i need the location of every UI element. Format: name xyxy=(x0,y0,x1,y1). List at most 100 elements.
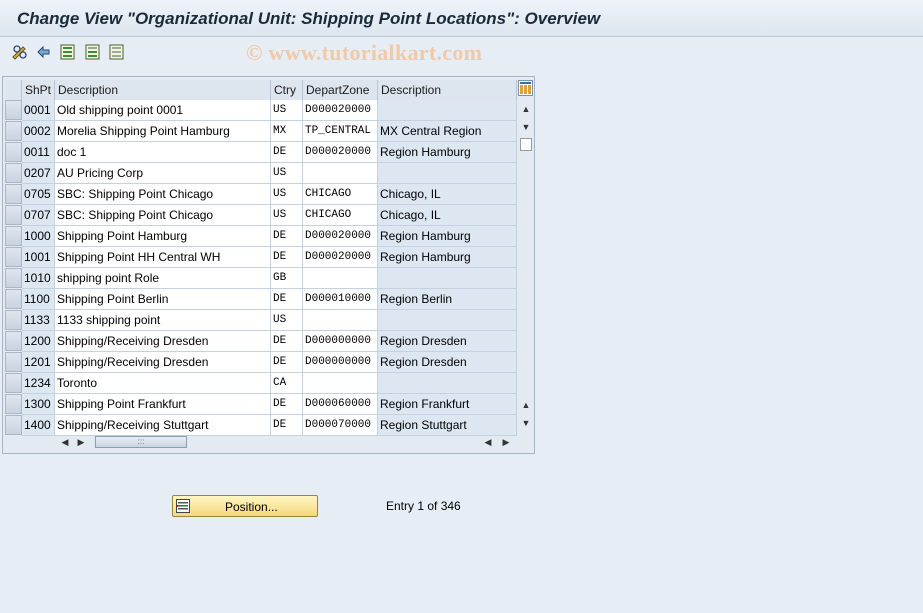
row-selector[interactable] xyxy=(5,184,22,204)
horizontal-scrollbar[interactable]: ◀ ▶ ::: ◀ ▶ xyxy=(55,434,515,450)
horizontal-scroll-thumb[interactable]: ::: xyxy=(95,436,187,448)
cell-country[interactable]: GB xyxy=(271,268,303,289)
cell-country[interactable]: DE xyxy=(271,331,303,352)
cell-country[interactable]: CA xyxy=(271,373,303,394)
row-selector[interactable] xyxy=(5,205,22,225)
row-selector[interactable] xyxy=(5,226,22,246)
cell-description[interactable]: Shipping Point HH Central WH xyxy=(55,247,271,268)
cell-departure-zone[interactable] xyxy=(303,163,378,184)
cell-country[interactable]: US xyxy=(271,205,303,226)
cell-country[interactable]: DE xyxy=(271,415,303,436)
row-selector[interactable] xyxy=(5,310,22,330)
cell-country[interactable]: DE xyxy=(271,394,303,415)
scroll-left-end-icon[interactable]: ◀ xyxy=(480,434,496,450)
undo-change-icon[interactable] xyxy=(35,43,53,61)
row-selector[interactable] xyxy=(5,142,22,162)
cell-description[interactable]: Shipping/Receiving Dresden xyxy=(55,331,271,352)
cell-country[interactable]: DE xyxy=(271,226,303,247)
cell-zone-description: Region Berlin xyxy=(378,289,517,310)
cell-country[interactable]: DE xyxy=(271,247,303,268)
row-selector[interactable] xyxy=(5,163,22,183)
cell-departure-zone[interactable]: TP_CENTRAL xyxy=(303,121,378,142)
select-all-icon[interactable] xyxy=(59,43,77,61)
column-header-zone-description[interactable]: Description xyxy=(378,80,517,100)
cell-departure-zone[interactable]: D000000000 xyxy=(303,331,378,352)
cell-description[interactable]: Shipping Point Frankfurt xyxy=(55,394,271,415)
cell-departure-zone[interactable]: D000070000 xyxy=(303,415,378,436)
cell-departure-zone[interactable]: D000060000 xyxy=(303,394,378,415)
scroll-right-icon[interactable]: ▶ xyxy=(498,434,514,450)
scroll-down-icon[interactable]: ▼ xyxy=(518,119,534,135)
cell-zone-description xyxy=(378,373,517,394)
column-header-shpt[interactable]: ShPt xyxy=(22,80,55,100)
row-selector[interactable] xyxy=(5,352,22,372)
row-selector[interactable] xyxy=(5,415,22,435)
cell-departure-zone[interactable]: D000020000 xyxy=(303,226,378,247)
cell-country[interactable]: MX xyxy=(271,121,303,142)
scroll-thumb[interactable] xyxy=(520,138,532,151)
scroll-left-icon[interactable]: ◀ xyxy=(57,434,73,450)
cell-zone-description: MX Central Region xyxy=(378,121,517,142)
cell-description[interactable]: Shipping Point Hamburg xyxy=(55,226,271,247)
cell-shipping-point: 1200 xyxy=(22,331,55,352)
cell-description[interactable]: Shipping Point Berlin xyxy=(55,289,271,310)
cell-departure-zone[interactable]: D000020000 xyxy=(303,142,378,163)
column-header-departure-zone[interactable]: DepartZone xyxy=(303,80,378,100)
cell-description[interactable]: Morelia Shipping Point Hamburg xyxy=(55,121,271,142)
cell-description[interactable]: SBC: Shipping Point Chicago xyxy=(55,184,271,205)
row-selector[interactable] xyxy=(5,289,22,309)
cell-shipping-point: 0207 xyxy=(22,163,55,184)
window-title: Change View "Organizational Unit: Shippi… xyxy=(17,9,601,28)
cell-country[interactable]: US xyxy=(271,163,303,184)
cell-description[interactable]: Shipping/Receiving Dresden xyxy=(55,352,271,373)
select-all-column-header[interactable] xyxy=(5,80,22,100)
row-selector[interactable] xyxy=(5,121,22,141)
select-block-icon[interactable] xyxy=(84,43,102,61)
cell-description[interactable]: Toronto xyxy=(55,373,271,394)
cell-country[interactable]: US xyxy=(271,310,303,331)
cell-country[interactable]: DE xyxy=(271,142,303,163)
cell-zone-description xyxy=(378,310,517,331)
cell-description[interactable]: AU Pricing Corp xyxy=(55,163,271,184)
cell-country[interactable]: DE xyxy=(271,352,303,373)
cell-country[interactable]: DE xyxy=(271,289,303,310)
cell-departure-zone[interactable] xyxy=(303,268,378,289)
cell-departure-zone[interactable] xyxy=(303,310,378,331)
table-row: 1234 Toronto CA xyxy=(3,373,517,394)
cell-departure-zone[interactable]: D000020000 xyxy=(303,100,378,121)
table-row: 1300 Shipping Point Frankfurt DE D000060000… xyxy=(3,394,517,415)
edit-glasses-icon[interactable] xyxy=(11,43,29,61)
cell-departure-zone[interactable]: D000020000 xyxy=(303,247,378,268)
cell-departure-zone[interactable]: D000010000 xyxy=(303,289,378,310)
deselect-all-icon[interactable] xyxy=(108,43,126,61)
cell-description[interactable]: shipping point Role xyxy=(55,268,271,289)
row-selector[interactable] xyxy=(5,247,22,267)
row-selector[interactable] xyxy=(5,100,22,120)
row-selector[interactable] xyxy=(5,373,22,393)
cell-description[interactable]: Old shipping point 0001 xyxy=(55,100,271,121)
cell-country[interactable]: US xyxy=(271,184,303,205)
cell-description[interactable]: SBC: Shipping Point Chicago xyxy=(55,205,271,226)
table-settings-icon[interactable] xyxy=(518,80,533,96)
cell-country[interactable]: US xyxy=(271,100,303,121)
column-header-country[interactable]: Ctry xyxy=(271,80,303,100)
cell-description[interactable]: doc 1 xyxy=(55,142,271,163)
cell-departure-zone[interactable]: D000000000 xyxy=(303,352,378,373)
position-button[interactable]: Position... xyxy=(172,495,318,517)
page-up-icon[interactable]: ▲ xyxy=(518,397,534,413)
table-row: 1133 1133 shipping point US xyxy=(3,310,517,331)
table-row: 1201 Shipping/Receiving Dresden DE D0000000… xyxy=(3,352,517,373)
scroll-up-icon[interactable]: ▲ xyxy=(518,101,534,117)
cell-departure-zone[interactable]: CHICAGO xyxy=(303,184,378,205)
vertical-scrollbar[interactable]: ▲ ▼ ▲ ▼ xyxy=(518,99,534,433)
page-down-icon[interactable]: ▼ xyxy=(518,415,534,431)
cell-description[interactable]: 1133 shipping point xyxy=(55,310,271,331)
scroll-right-small-icon[interactable]: ▶ xyxy=(73,434,89,450)
row-selector[interactable] xyxy=(5,394,22,414)
row-selector[interactable] xyxy=(5,268,22,288)
cell-departure-zone[interactable]: CHICAGO xyxy=(303,205,378,226)
column-header-description[interactable]: Description xyxy=(55,80,271,100)
row-selector[interactable] xyxy=(5,331,22,351)
cell-description[interactable]: Shipping/Receiving Stuttgart xyxy=(55,415,271,436)
cell-departure-zone[interactable] xyxy=(303,373,378,394)
